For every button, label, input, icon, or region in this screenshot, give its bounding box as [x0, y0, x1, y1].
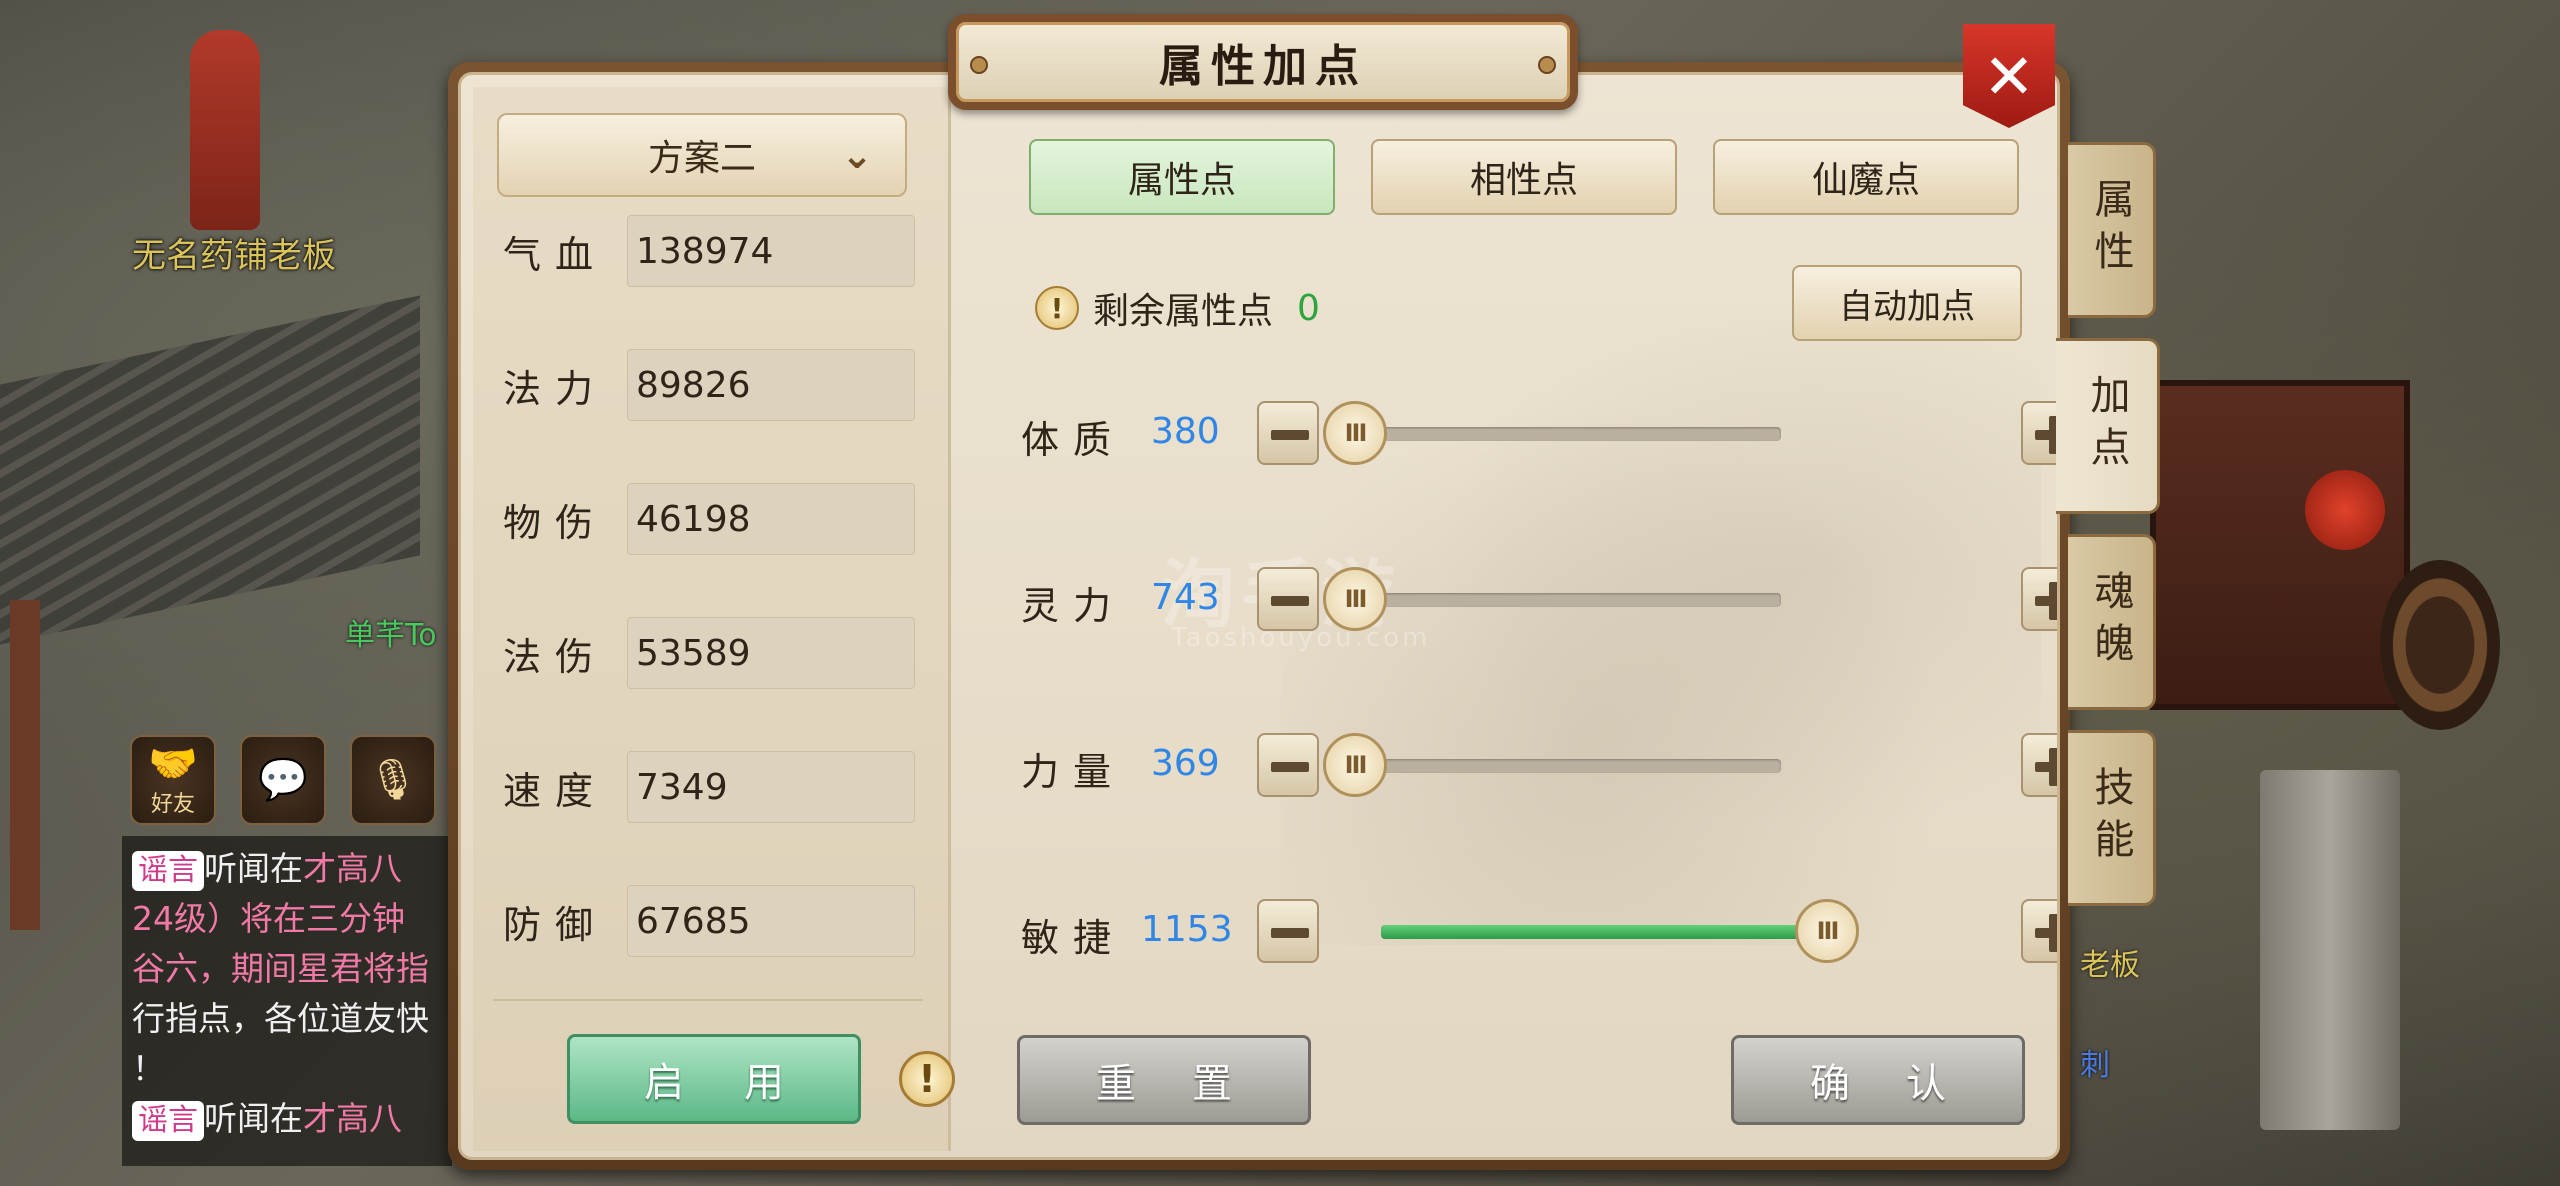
- attribute-row-spirit: 灵力 743 III: [1021, 559, 2057, 639]
- side-tab-soul[interactable]: 魂魄: [2068, 534, 2156, 710]
- stat-row-physical-damage: 物伤 46198: [503, 483, 933, 555]
- enable-button[interactable]: 启 用: [567, 1034, 861, 1124]
- remaining-label: 剩余属性点: [1093, 291, 1274, 332]
- increase-button[interactable]: [2021, 899, 2057, 963]
- slider-thumb[interactable]: III: [1323, 733, 1387, 797]
- stat-label: 防御: [503, 902, 608, 947]
- attribute-label: 力量: [1021, 750, 1126, 794]
- stat-label: 法力: [503, 366, 608, 411]
- stat-value: 7349: [627, 751, 915, 823]
- slider-track[interactable]: [1381, 925, 1851, 939]
- stat-row-hp: 气血 138974: [503, 215, 933, 287]
- stat-row-speed: 速度 7349: [503, 751, 933, 823]
- npc4-name-label: 刺: [2080, 1048, 2110, 1083]
- stat-row-mana: 法力 89826: [503, 349, 933, 421]
- chat-line: 谷六，期间星君将指: [132, 949, 429, 988]
- stat-label: 法伤: [503, 634, 608, 679]
- slider-track[interactable]: [1331, 593, 1781, 607]
- decrease-button[interactable]: [1257, 401, 1319, 465]
- dialog-panel: 淘手游 Taoshouyou.com 方案二 ⌄ 气血 138974 法力 89…: [458, 72, 2060, 1160]
- voice-button[interactable]: 🎙: [350, 735, 436, 825]
- chat-line: ！: [132, 1049, 165, 1088]
- npc-name-label: 无名药铺老板: [132, 236, 336, 276]
- chat-line: 谣言 听闻在才高八: [132, 1094, 442, 1144]
- rumor-tag: 谣言: [132, 1101, 204, 1141]
- remaining-value: 0: [1297, 287, 1320, 329]
- dialog-title: 属性加点: [948, 14, 1578, 110]
- decrease-button[interactable]: [1257, 733, 1319, 797]
- chat-log[interactable]: 谣言 听闻在才高八 24级）将在三分钟 谷六，期间星君将指 行指点，各位道友快 ！…: [122, 836, 452, 1166]
- slider-thumb[interactable]: III: [1323, 567, 1387, 631]
- stat-label: 物伤: [503, 500, 608, 545]
- attribute-row-constitution: 体质 380 III: [1021, 393, 2057, 473]
- background-pillar: [10, 600, 40, 930]
- slider-track[interactable]: [1331, 759, 1781, 773]
- background-shop: [2150, 380, 2410, 710]
- stone-stele: [2260, 770, 2400, 1130]
- npc3-name-label: 老板: [2080, 948, 2140, 983]
- slider-thumb[interactable]: III: [1795, 899, 1859, 963]
- decrease-button[interactable]: [1257, 567, 1319, 631]
- tab-attribute-points[interactable]: 属性点: [1029, 139, 1335, 215]
- stat-value: 67685: [627, 885, 915, 957]
- plan-dropdown[interactable]: 方案二 ⌄: [497, 113, 907, 197]
- confirm-button[interactable]: 确 认: [1731, 1035, 2025, 1125]
- friends-label: 好友: [150, 792, 195, 817]
- chat-bubble-icon: 💬: [258, 757, 308, 803]
- increase-button[interactable]: [2021, 733, 2057, 797]
- tab-affinity-points[interactable]: 相性点: [1371, 139, 1677, 215]
- npc-character[interactable]: [190, 30, 260, 230]
- info-icon[interactable]: !: [899, 1051, 955, 1107]
- attribute-value: 743: [1151, 577, 1220, 618]
- npc2-name-label: 单芊To: [345, 618, 437, 653]
- chat-toolbar: 🤝 好友 💬 🎙: [130, 735, 436, 825]
- rumor-tag: 谣言: [132, 851, 204, 891]
- round-window: [2380, 560, 2500, 730]
- side-tab-allocate[interactable]: 加点: [2056, 338, 2160, 514]
- slider-track[interactable]: [1331, 427, 1781, 441]
- attribute-value: 369: [1151, 743, 1220, 784]
- stat-value: 89826: [627, 349, 915, 421]
- chevron-down-icon: ⌄: [841, 133, 873, 177]
- tab-immortal-demon-points[interactable]: 仙魔点: [1713, 139, 2019, 215]
- attribute-row-agility: 敏捷 1153 III: [1021, 891, 2057, 971]
- stat-value: 46198: [627, 483, 915, 555]
- stat-label: 速度: [503, 768, 608, 813]
- plan-selected-label: 方案二: [647, 138, 756, 179]
- attribute-label: 敏捷: [1021, 916, 1126, 960]
- chat-line: 行指点，各位道友快: [132, 999, 429, 1038]
- attribute-label: 体质: [1021, 418, 1126, 462]
- friends-button[interactable]: 🤝 好友: [130, 735, 216, 825]
- stat-row-defense: 防御 67685: [503, 885, 933, 957]
- message-button[interactable]: 💬: [240, 735, 326, 825]
- side-tab-attributes[interactable]: 属性: [2068, 142, 2156, 318]
- attribute-value: 1153: [1141, 909, 1233, 950]
- stats-column: 方案二 ⌄ 气血 138974 法力 89826 物伤 46198 法伤 535…: [473, 87, 955, 1151]
- attribute-label: 灵力: [1021, 584, 1126, 628]
- handshake-icon: 🤝: [148, 741, 198, 787]
- microphone-icon: 🎙: [367, 757, 419, 803]
- slider-thumb[interactable]: III: [1323, 401, 1387, 465]
- increase-button[interactable]: [2021, 567, 2057, 631]
- increase-button[interactable]: [2021, 401, 2057, 465]
- info-icon[interactable]: !: [1035, 286, 1079, 330]
- lantern: [2305, 470, 2385, 550]
- stat-value: 138974: [627, 215, 915, 287]
- remaining-points: ! 剩余属性点 0: [1035, 282, 1320, 334]
- attribute-row-strength: 力量 369 III: [1021, 725, 2057, 805]
- stat-value: 53589: [627, 617, 915, 689]
- auto-allocate-button[interactable]: 自动加点: [1792, 265, 2022, 341]
- decrease-button[interactable]: [1257, 899, 1319, 963]
- chat-line: 24级）将在三分钟: [132, 899, 405, 938]
- divider: [493, 999, 923, 1001]
- side-tab-skills[interactable]: 技能: [2068, 730, 2156, 906]
- background-roof: [0, 295, 420, 645]
- chat-line: 谣言 听闻在才高八: [132, 844, 442, 894]
- attribute-value: 380: [1151, 411, 1220, 452]
- attribute-dialog: 属性加点 淘手游 Taoshouyou.com 方案二 ⌄ 气血 138974 …: [448, 14, 2070, 1170]
- slider-fill: [1381, 925, 1851, 939]
- reset-button[interactable]: 重 置: [1017, 1035, 1311, 1125]
- stat-label: 气血: [503, 232, 608, 277]
- stat-row-magic-damage: 法伤 53589: [503, 617, 933, 689]
